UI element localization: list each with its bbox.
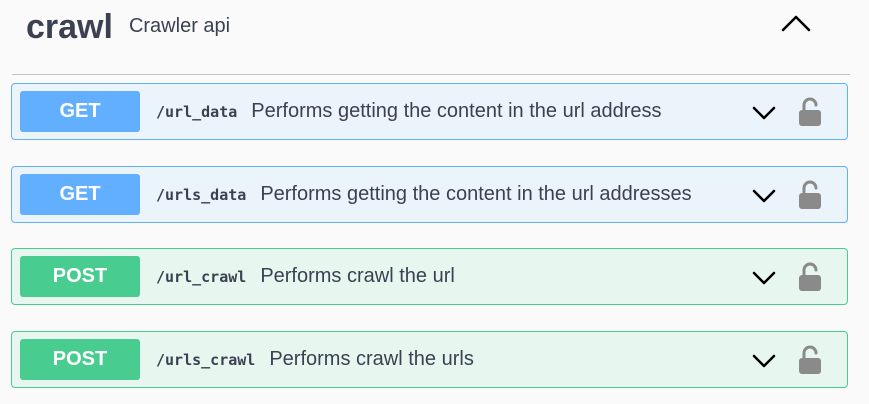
operation-path: /url_crawl	[156, 267, 247, 286]
operation-path: /urls_data	[156, 185, 247, 204]
chevron-down-icon[interactable]	[751, 104, 777, 122]
method-badge: GET	[20, 91, 140, 132]
chevron-down-icon[interactable]	[751, 269, 777, 287]
chevron-up-icon[interactable]	[780, 12, 812, 36]
operation-post-urls-crawl[interactable]: POST /urls_crawl Performs crawl the urls	[11, 331, 848, 388]
lock-icon[interactable]	[797, 344, 823, 376]
tag-description: Crawler api	[128, 14, 231, 37]
method-badge: GET	[20, 174, 140, 215]
lock-icon[interactable]	[797, 96, 823, 128]
tag-name: crawl	[26, 7, 113, 46]
method-badge: POST	[20, 339, 140, 380]
operation-summary: Performs getting the content in the url …	[251, 100, 662, 122]
operation-summary: Performs getting the content in the url …	[260, 183, 692, 205]
chevron-down-icon[interactable]	[751, 352, 777, 370]
lock-icon[interactable]	[797, 261, 823, 293]
lock-icon[interactable]	[797, 179, 823, 211]
tag-header[interactable]: crawl Crawler api	[12, 0, 850, 75]
operation-get-urls-data[interactable]: GET /urls_data Performs getting the cont…	[11, 166, 848, 223]
method-badge: POST	[20, 256, 140, 297]
chevron-down-icon[interactable]	[751, 187, 777, 205]
operation-path: /urls_crawl	[156, 350, 256, 369]
operation-summary: Performs crawl the urls	[269, 348, 474, 370]
operation-post-url-crawl[interactable]: POST /url_crawl Performs crawl the url	[11, 248, 848, 305]
operation-get-url-data[interactable]: GET /url_data Performs getting the conte…	[11, 83, 848, 140]
operation-path: /url_data	[156, 102, 238, 121]
operation-summary: Performs crawl the url	[260, 265, 455, 287]
crawl-tag-section: crawl Crawler api GET /url_data Performs…	[0, 0, 869, 404]
